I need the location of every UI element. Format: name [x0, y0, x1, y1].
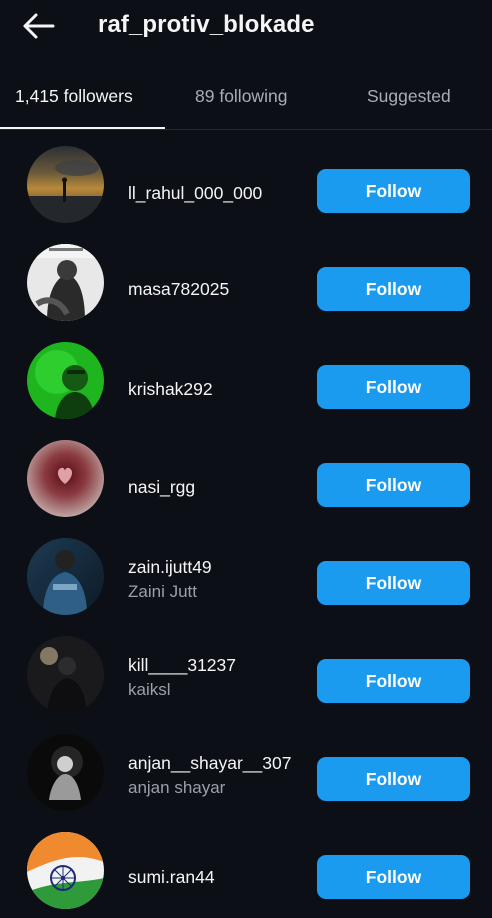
followers-screen: raf_protiv_blokade 1,415 followers 89 fo… [0, 0, 492, 918]
follower-username[interactable]: krishak292 [128, 378, 213, 400]
tab-followers[interactable]: 1,415 followers [15, 86, 133, 107]
user-names: anjan__shayar__307 anjan shayar [128, 752, 291, 799]
follower-username[interactable]: masa782025 [128, 278, 229, 300]
follower-username[interactable]: zain.ijutt49 [128, 556, 212, 578]
follower-username[interactable]: nasi_rgg [128, 476, 195, 498]
user-names: ll_rahul_000_000 [128, 182, 262, 204]
user-names: sumi.ran44 [128, 866, 215, 888]
user-names: nasi_rgg [128, 476, 195, 498]
follower-username[interactable]: ll_rahul_000_000 [128, 182, 262, 204]
tab-suggested[interactable]: Suggested [367, 86, 451, 107]
avatar[interactable] [27, 636, 104, 713]
back-button[interactable] [20, 10, 56, 42]
list-item[interactable]: masa782025 Follow [0, 236, 492, 334]
avatar[interactable] [27, 832, 104, 909]
avatar[interactable] [27, 538, 104, 615]
follow-tabs: 1,415 followers 89 following Suggested [0, 74, 492, 130]
follower-full-name: Zaini Jutt [128, 582, 197, 601]
active-tab-indicator [0, 127, 165, 129]
list-item[interactable]: kill____31237 kaiksl Follow [0, 628, 492, 726]
follow-button[interactable]: Follow [317, 855, 470, 899]
profile-username: raf_protiv_blokade [98, 11, 315, 38]
user-names: kill____31237 kaiksl [128, 654, 236, 701]
list-item[interactable]: zain.ijutt49 Zaini Jutt Follow [0, 530, 492, 628]
follower-full-name: anjan shayar [128, 778, 226, 797]
user-names: masa782025 [128, 278, 229, 300]
follow-button[interactable]: Follow [317, 267, 470, 311]
list-item[interactable]: nasi_rgg Follow [0, 432, 492, 530]
user-names: zain.ijutt49 Zaini Jutt [128, 556, 212, 603]
list-item[interactable]: krishak292 Follow [0, 334, 492, 432]
avatar[interactable] [27, 440, 104, 517]
follow-button[interactable]: Follow [317, 463, 470, 507]
follower-full-name: kaiksl [128, 680, 171, 699]
tab-following[interactable]: 89 following [195, 86, 287, 107]
follower-username[interactable]: anjan__shayar__307 [128, 752, 291, 774]
avatar[interactable] [27, 734, 104, 811]
follow-button[interactable]: Follow [317, 365, 470, 409]
top-bar: raf_protiv_blokade [0, 0, 492, 56]
arrow-left-icon [23, 13, 55, 39]
list-item[interactable]: sumi.ran44 Follow [0, 824, 492, 918]
follow-button[interactable]: Follow [317, 169, 470, 213]
avatar[interactable] [27, 342, 104, 419]
user-names: krishak292 [128, 378, 213, 400]
list-item[interactable]: anjan__shayar__307 anjan shayar Follow [0, 726, 492, 824]
list-item[interactable]: ll_rahul_000_000 Follow [0, 138, 492, 236]
avatar[interactable] [27, 146, 104, 223]
avatar[interactable] [27, 244, 104, 321]
follower-username[interactable]: kill____31237 [128, 654, 236, 676]
follow-button[interactable]: Follow [317, 659, 470, 703]
follow-button[interactable]: Follow [317, 561, 470, 605]
follow-button[interactable]: Follow [317, 757, 470, 801]
follower-username[interactable]: sumi.ran44 [128, 866, 215, 888]
